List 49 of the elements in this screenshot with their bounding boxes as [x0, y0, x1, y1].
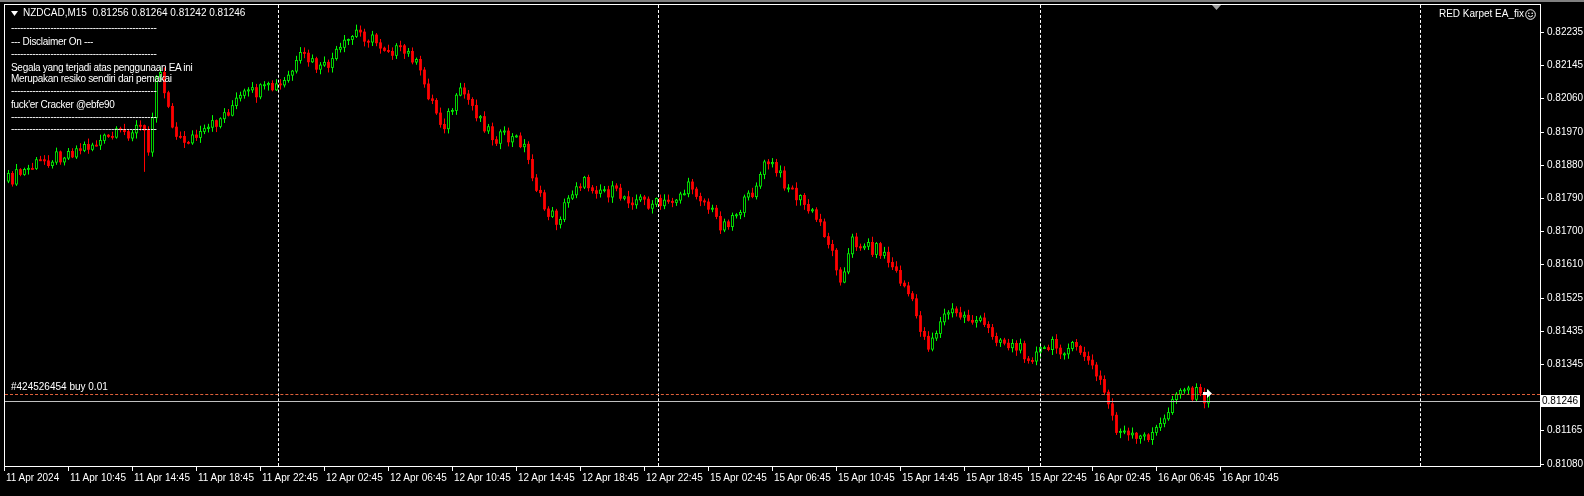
comment-line: --- Disclaimer On ---: [11, 36, 95, 47]
price-label: 0.81610: [1547, 258, 1584, 270]
expert-name: RED Karpet EA_fix: [1438, 7, 1524, 21]
order-label: #424526454 buy 0.01: [11, 381, 108, 393]
time-label: 16 Apr 10:45: [1222, 472, 1279, 484]
time-label: 15 Apr 06:45: [774, 472, 831, 484]
comment-line: ------------------------------------------------: [11, 85, 158, 96]
price-label: 0.81790: [1547, 192, 1584, 204]
comment-line: fuck'er Cracker @ebfe90: [11, 99, 116, 110]
time-label: 11 Apr 18:45: [198, 472, 254, 484]
time-label: 11 Apr 22:45: [262, 472, 318, 484]
dropdown-triangle-icon[interactable]: [11, 10, 18, 16]
time-label: 15 Apr 18:45: [966, 472, 1023, 484]
price-label: 0.81880: [1547, 159, 1584, 171]
price-label: 0.82235: [1547, 26, 1584, 38]
time-label: 11 Apr 14:45: [134, 472, 190, 484]
time-label: 12 Apr 18:45: [582, 472, 639, 484]
comment-line: ------------------------------------------------: [11, 123, 158, 134]
time-label: 12 Apr 10:45: [454, 472, 511, 484]
price-label: 0.81080: [1547, 458, 1584, 470]
time-label: 12 Apr 02:45: [326, 472, 383, 484]
price-label: 0.81700: [1547, 225, 1584, 237]
price-label: 0.81345: [1547, 358, 1584, 370]
comment-line: Segala yang terjadi atas penggunaan EA ini: [11, 62, 193, 73]
price-label: 0.81435: [1547, 325, 1584, 337]
price-label: 0.81970: [1547, 126, 1584, 138]
comment-line: ------------------------------------------------: [11, 48, 158, 59]
time-label: 15 Apr 22:45: [1030, 472, 1087, 484]
time-label: 16 Apr 06:45: [1158, 472, 1215, 484]
arrow-cursor-icon: [1203, 389, 1212, 398]
price-label: 0.81165: [1547, 424, 1583, 436]
time-label: 11 Apr 2024: [6, 472, 60, 484]
chart-header: NZDCAD,M15 0.81256 0.81264 0.81242 0.81246: [23, 6, 246, 20]
time-label: 12 Apr 22:45: [646, 472, 703, 484]
price-label: 0.82145: [1547, 59, 1584, 71]
smiley-icon: [1525, 8, 1536, 20]
comment-line: ------------------------------------------------: [11, 111, 158, 122]
chart-shift-marker-icon[interactable]: [1212, 5, 1221, 10]
time-label: 11 Apr 10:45: [70, 472, 126, 484]
time-label: 16 Apr 02:45: [1094, 472, 1151, 484]
time-label: 12 Apr 06:45: [390, 472, 447, 484]
comment-line: ------------------------------------------------: [11, 22, 158, 33]
price-label: 0.81525: [1547, 292, 1584, 304]
price-label: 0.82060: [1547, 92, 1584, 104]
time-label: 15 Apr 10:45: [838, 472, 895, 484]
time-label: 15 Apr 02:45: [710, 472, 767, 484]
time-label: 12 Apr 14:45: [518, 472, 575, 484]
bid-price-tag: 0.81246: [1540, 395, 1581, 407]
time-label: 15 Apr 14:45: [902, 472, 959, 484]
